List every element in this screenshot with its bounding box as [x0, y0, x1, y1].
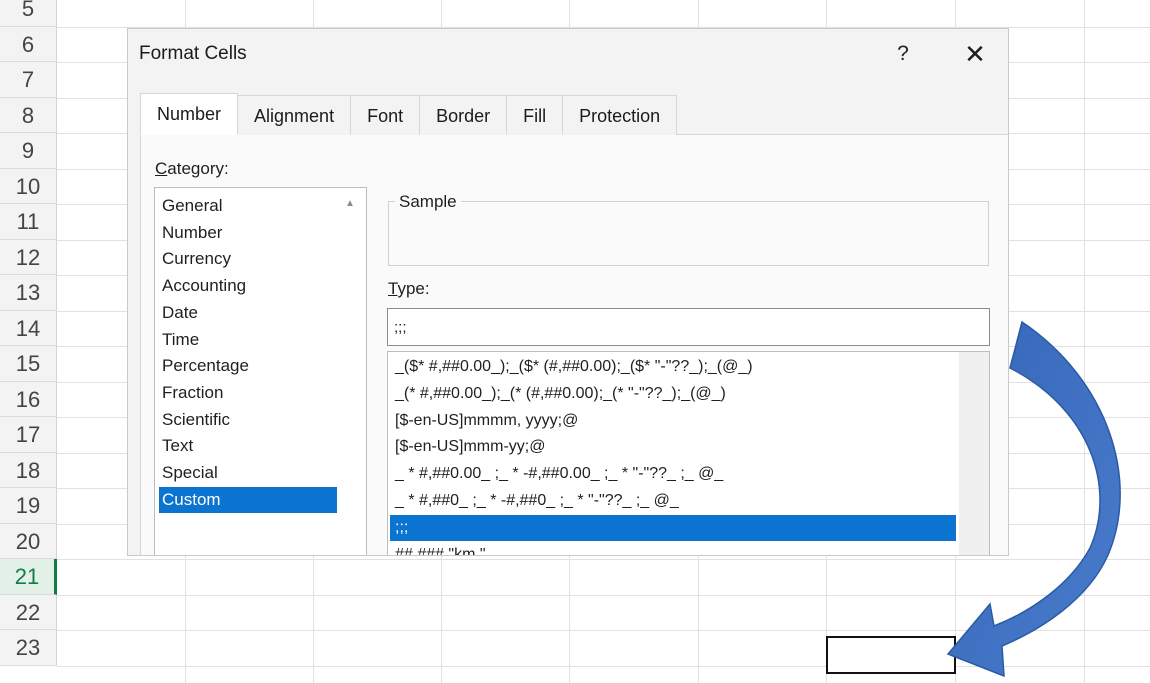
curved-arrow-icon [946, 320, 1121, 678]
